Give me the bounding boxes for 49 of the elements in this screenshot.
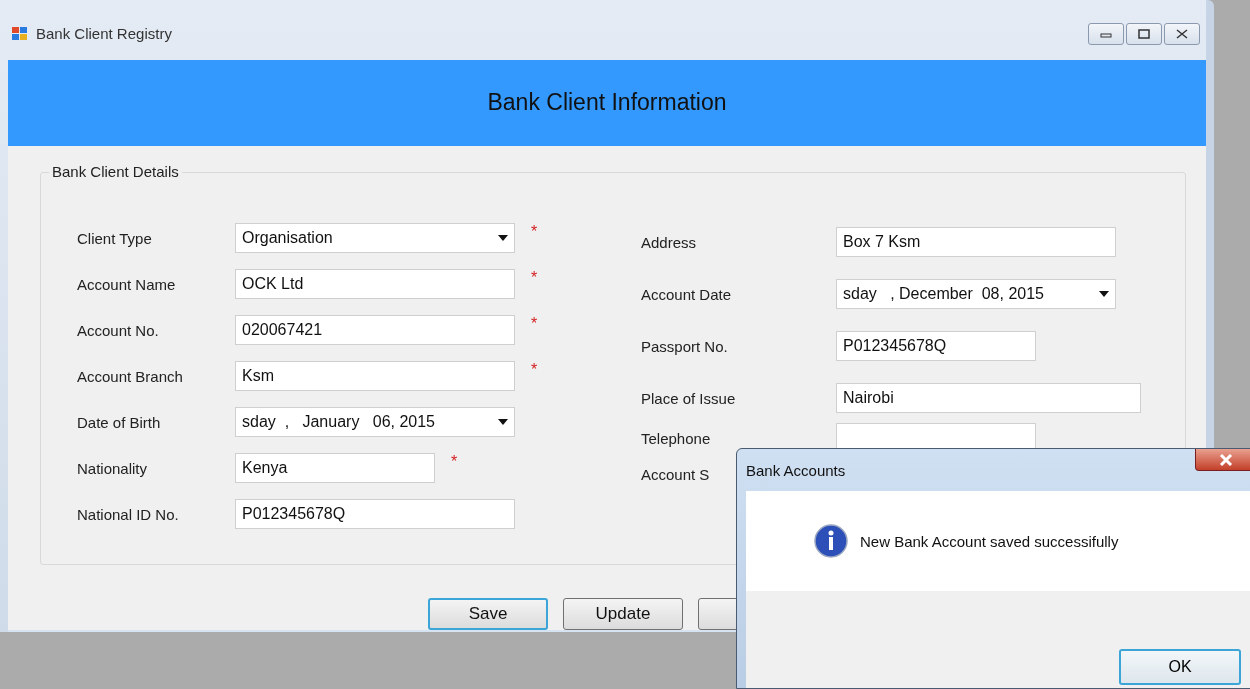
close-button[interactable] [1195, 449, 1250, 471]
form-button[interactable]: Save [428, 598, 548, 630]
input-field[interactable]: OCK Ltd [235, 269, 515, 299]
dropdown-field[interactable]: Organisation [235, 223, 515, 253]
field-label: Telephone [641, 429, 712, 447]
dialog-message: New Bank Account saved successifully [860, 532, 1119, 550]
required-mark: * [531, 361, 538, 379]
close-icon [1176, 28, 1188, 39]
app-icon [12, 25, 28, 42]
field-label: Account Date [641, 285, 733, 303]
input-field[interactable]: P012345678Q [836, 331, 1036, 361]
minimize-button[interactable] [1088, 22, 1124, 45]
info-icon [814, 524, 848, 558]
input-field[interactable]: Box 7 Ksm [836, 227, 1116, 257]
field-label: Client Type [77, 229, 153, 247]
date-picker[interactable]: sday , December 08, 2015 [836, 279, 1116, 309]
field-label: Account No. [77, 321, 160, 339]
required-mark: * [531, 223, 538, 241]
date-picker[interactable]: sday , January 06, 2015 [235, 407, 515, 437]
header-title: Bank Client Information [487, 89, 727, 117]
group-title: Bank Client Details [49, 163, 182, 180]
required-mark: * [451, 453, 458, 471]
field-label: Date of Birth [77, 413, 162, 431]
field-label: Passport No. [641, 337, 729, 355]
maximize-button[interactable] [1126, 22, 1162, 45]
caret-icon [498, 419, 508, 425]
field-label: Account Name [77, 275, 177, 293]
window-title: Bank Client Registry [36, 25, 173, 43]
maximize-icon [1138, 28, 1150, 39]
input-field[interactable]: P012345678Q [235, 499, 515, 529]
required-mark: * [531, 269, 538, 287]
field-label: Account Branch [77, 367, 184, 385]
field-label: National ID No. [77, 505, 180, 523]
caret-icon [498, 235, 508, 241]
close-icon [1219, 453, 1233, 466]
input-field[interactable]: Ksm [235, 361, 515, 391]
input-field[interactable]: Kenya [235, 453, 435, 483]
field-label: Account S [641, 465, 710, 483]
field-label: Place of Issue [641, 389, 737, 407]
ok-button[interactable]: OK [1119, 649, 1241, 685]
caret-icon [1099, 291, 1109, 297]
close-button[interactable] [1164, 22, 1200, 45]
required-mark: * [531, 315, 538, 333]
input-field[interactable]: 020067421 [235, 315, 515, 345]
field-label: Address [641, 233, 698, 251]
field-label: Nationality [77, 459, 149, 477]
dialog-title: Bank Accounts [746, 461, 847, 479]
form-button[interactable]: Update [563, 598, 683, 630]
input-field[interactable]: Nairobi [836, 383, 1141, 413]
